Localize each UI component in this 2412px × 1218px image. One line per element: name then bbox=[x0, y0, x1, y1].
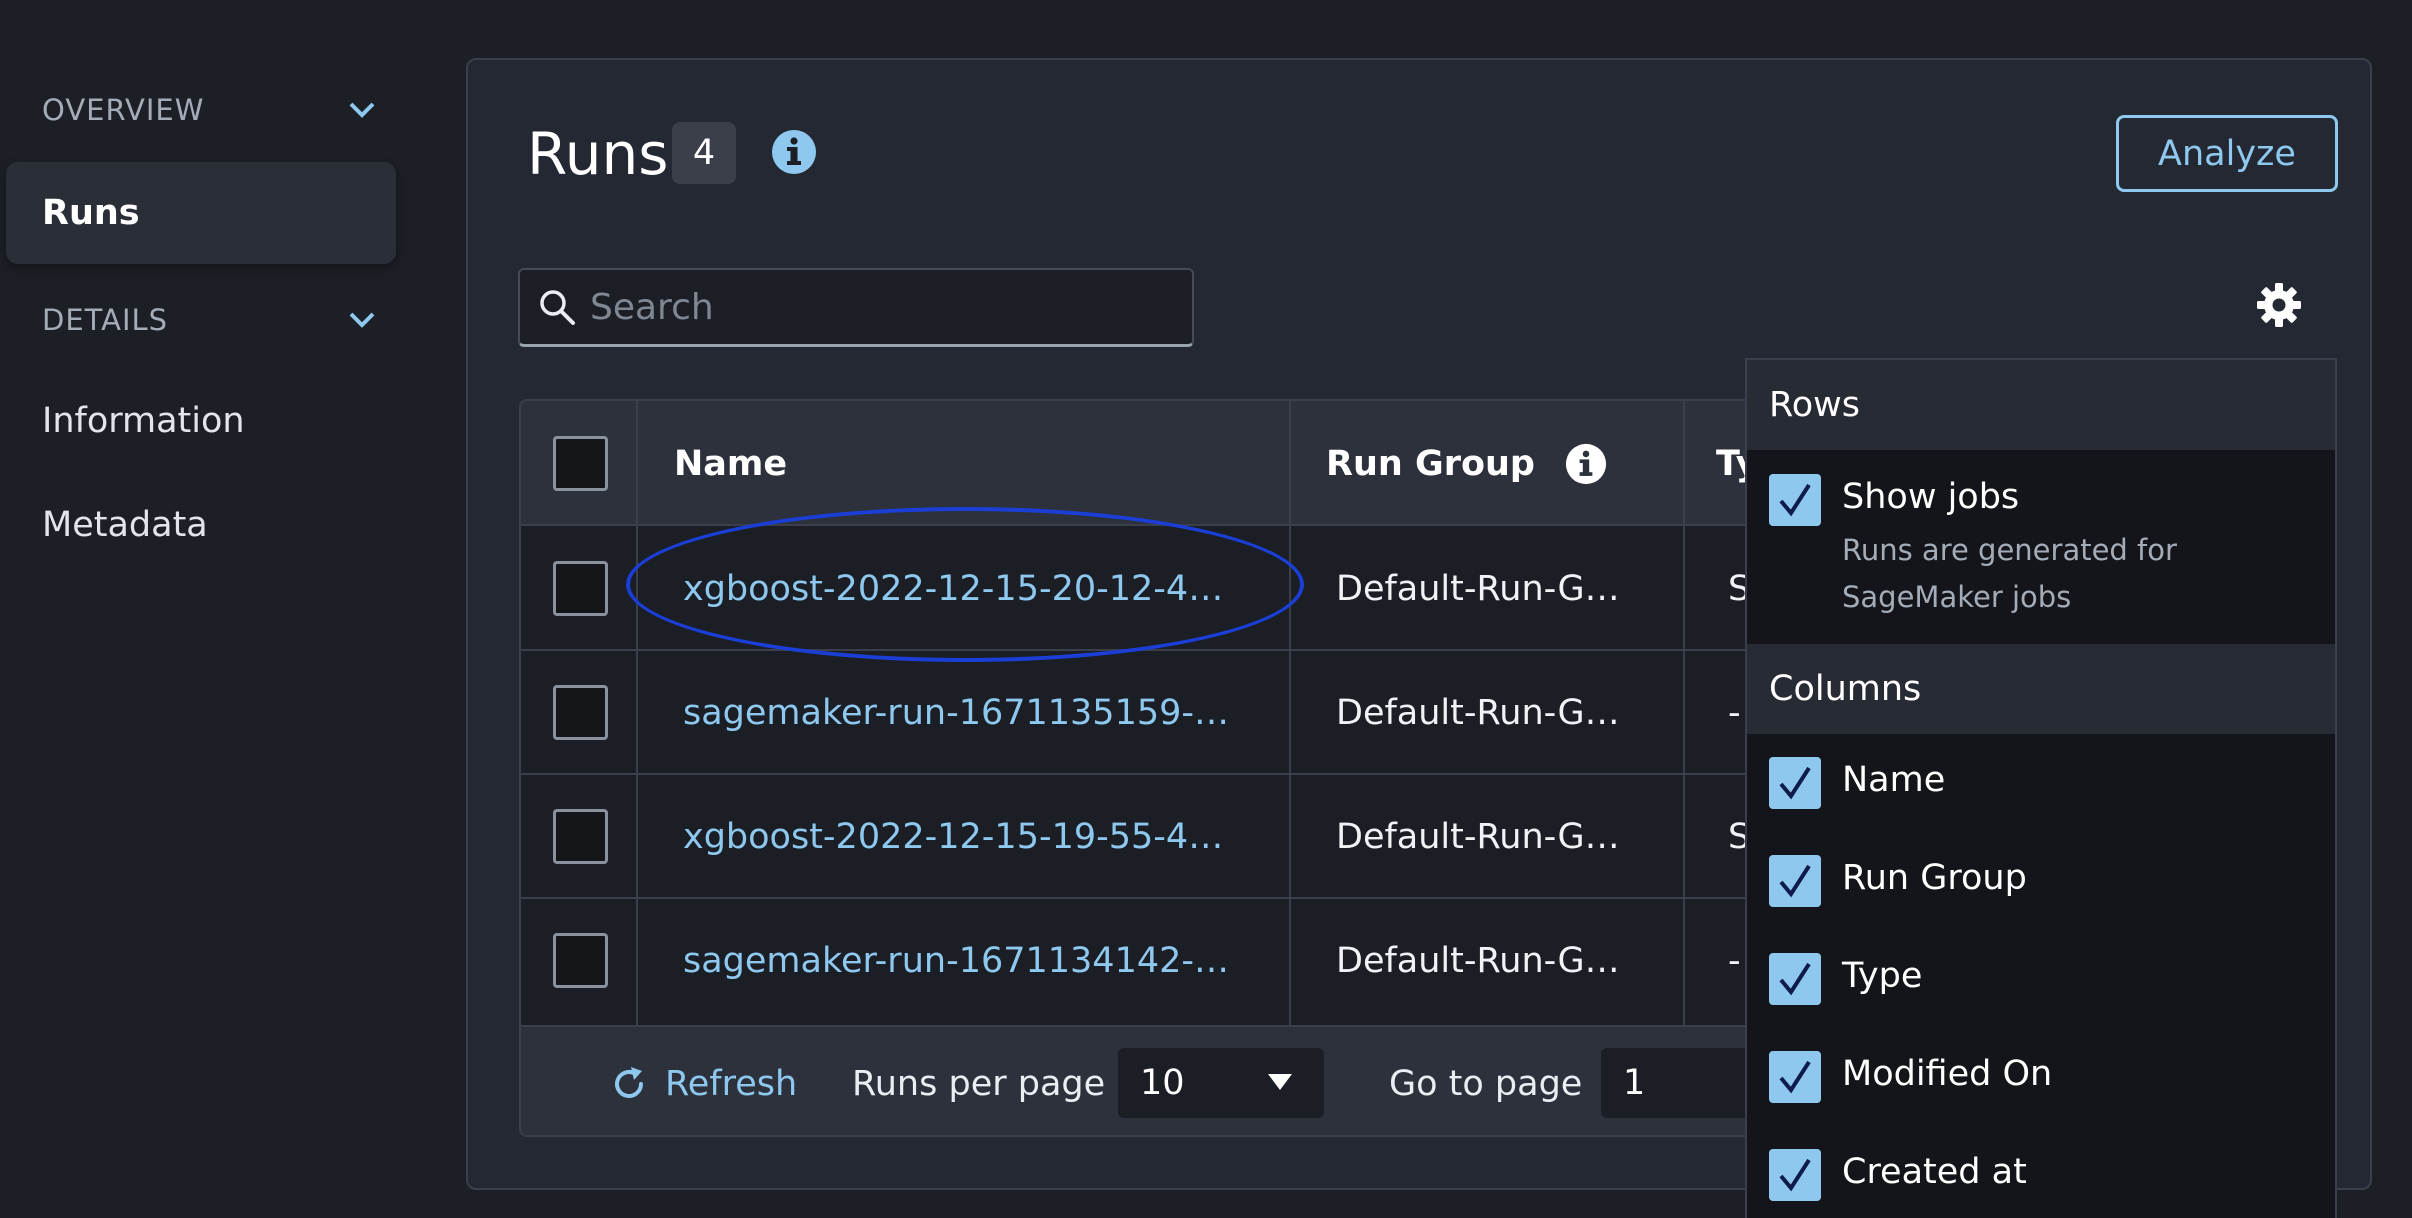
run-name-link[interactable]: xgboost-2022-12-15-20-12-4… bbox=[683, 527, 1223, 651]
sidebar-item-runs[interactable]: Runs bbox=[6, 162, 396, 264]
check-icon bbox=[1779, 766, 1811, 800]
sidebar-item-information[interactable]: Information bbox=[42, 401, 245, 441]
column-toggle-run-group[interactable] bbox=[1769, 855, 1821, 907]
gear-icon[interactable] bbox=[2256, 282, 2302, 328]
table-row: xgboost-2022-12-15-20-12-4… Default-Run-… bbox=[521, 527, 1757, 651]
go-to-page-input[interactable]: 1 bbox=[1601, 1048, 1757, 1118]
show-jobs-description: SageMaker jobs bbox=[1842, 580, 2072, 614]
info-icon[interactable] bbox=[1565, 443, 1607, 485]
sidebar-item-runs-label: Runs bbox=[42, 193, 140, 233]
run-count-badge: 4 bbox=[672, 122, 736, 184]
run-group-cell: Default-Run-G… bbox=[1336, 569, 1620, 609]
sidebar-item-metadata[interactable]: Metadata bbox=[42, 505, 208, 545]
row-checkbox[interactable] bbox=[553, 933, 608, 988]
column-header-run-group[interactable]: Run Group bbox=[1326, 401, 1607, 526]
row-checkbox[interactable] bbox=[553, 561, 608, 616]
column-option-label[interactable]: Created at bbox=[1842, 1152, 2027, 1192]
go-to-page-label: Go to page bbox=[1389, 1064, 1583, 1104]
check-icon bbox=[1779, 962, 1811, 996]
table-row: sagemaker-run-1671134142-… Default-Run-G… bbox=[521, 899, 1757, 1023]
column-option-label[interactable]: Modified On bbox=[1842, 1054, 2052, 1094]
caret-down-icon bbox=[1268, 1074, 1292, 1092]
table-row: xgboost-2022-12-15-19-55-4… Default-Run-… bbox=[521, 775, 1757, 899]
run-name-link[interactable]: sagemaker-run-1671135159-… bbox=[683, 651, 1229, 775]
column-option-label[interactable]: Type bbox=[1842, 956, 1922, 996]
runs-per-page-value: 10 bbox=[1140, 1063, 1185, 1103]
run-group-cell: Default-Run-G… bbox=[1336, 693, 1620, 733]
column-toggle-created-at[interactable] bbox=[1769, 1149, 1821, 1201]
search-icon bbox=[538, 288, 576, 326]
check-icon bbox=[1779, 864, 1811, 898]
chevron-down-icon[interactable] bbox=[342, 300, 382, 340]
table-row: sagemaker-run-1671135159-… Default-Run-G… bbox=[521, 651, 1757, 775]
chevron-down-icon[interactable] bbox=[342, 90, 382, 130]
search-input[interactable] bbox=[590, 286, 1170, 328]
show-jobs-checkbox[interactable] bbox=[1769, 474, 1821, 526]
select-all-checkbox[interactable] bbox=[553, 436, 608, 491]
column-toggle-modified-on[interactable] bbox=[1769, 1051, 1821, 1103]
row-checkbox[interactable] bbox=[553, 685, 608, 740]
column-option-label[interactable]: Run Group bbox=[1842, 858, 2027, 898]
runs-per-page-select[interactable]: 10 bbox=[1118, 1048, 1324, 1118]
search-box[interactable] bbox=[518, 268, 1194, 347]
type-cell: - bbox=[1728, 693, 1741, 733]
refresh-label: Refresh bbox=[665, 1064, 798, 1104]
overview-label: OVERVIEW bbox=[42, 93, 205, 127]
rows-section-heading: Rows bbox=[1747, 360, 2335, 450]
run-name-link[interactable]: xgboost-2022-12-15-19-55-4… bbox=[683, 775, 1223, 899]
refresh-button[interactable]: Refresh bbox=[609, 1027, 798, 1135]
run-group-cell: Default-Run-G… bbox=[1336, 941, 1620, 981]
check-icon bbox=[1779, 1060, 1811, 1094]
details-section-header[interactable]: DETAILS bbox=[42, 295, 382, 345]
page-title: Runs bbox=[527, 120, 669, 188]
table-preferences-dropdown: Rows Show jobs Runs are generated for Sa… bbox=[1745, 358, 2337, 1218]
analyze-button[interactable]: Analyze bbox=[2116, 115, 2338, 192]
refresh-icon bbox=[609, 1064, 649, 1104]
details-label: DETAILS bbox=[42, 303, 169, 337]
column-toggle-type[interactable] bbox=[1769, 953, 1821, 1005]
column-toggle-name[interactable] bbox=[1769, 757, 1821, 809]
run-group-cell: Default-Run-G… bbox=[1336, 817, 1620, 857]
runs-per-page-label: Runs per page bbox=[852, 1064, 1106, 1104]
info-icon[interactable] bbox=[771, 129, 817, 175]
run-name-link[interactable]: sagemaker-run-1671134142-… bbox=[683, 899, 1229, 1023]
column-option-label[interactable]: Name bbox=[1842, 760, 1945, 800]
run-group-label: Run Group bbox=[1326, 443, 1535, 484]
table-footer: Refresh Runs per page 10 Go to page 1 bbox=[521, 1025, 1757, 1135]
overview-section-header[interactable]: OVERVIEW bbox=[42, 85, 382, 135]
row-checkbox[interactable] bbox=[553, 809, 608, 864]
columns-section-heading: Columns bbox=[1747, 644, 2335, 734]
show-jobs-label[interactable]: Show jobs bbox=[1842, 477, 2019, 517]
check-icon bbox=[1779, 483, 1811, 517]
type-cell: - bbox=[1728, 941, 1741, 981]
runs-table: Name Run Group Ty xgboost-2022-12-15-20-… bbox=[519, 399, 1759, 1137]
column-header-name[interactable]: Name bbox=[674, 401, 787, 526]
show-jobs-description: Runs are generated for bbox=[1842, 533, 2177, 567]
check-icon bbox=[1779, 1158, 1811, 1192]
